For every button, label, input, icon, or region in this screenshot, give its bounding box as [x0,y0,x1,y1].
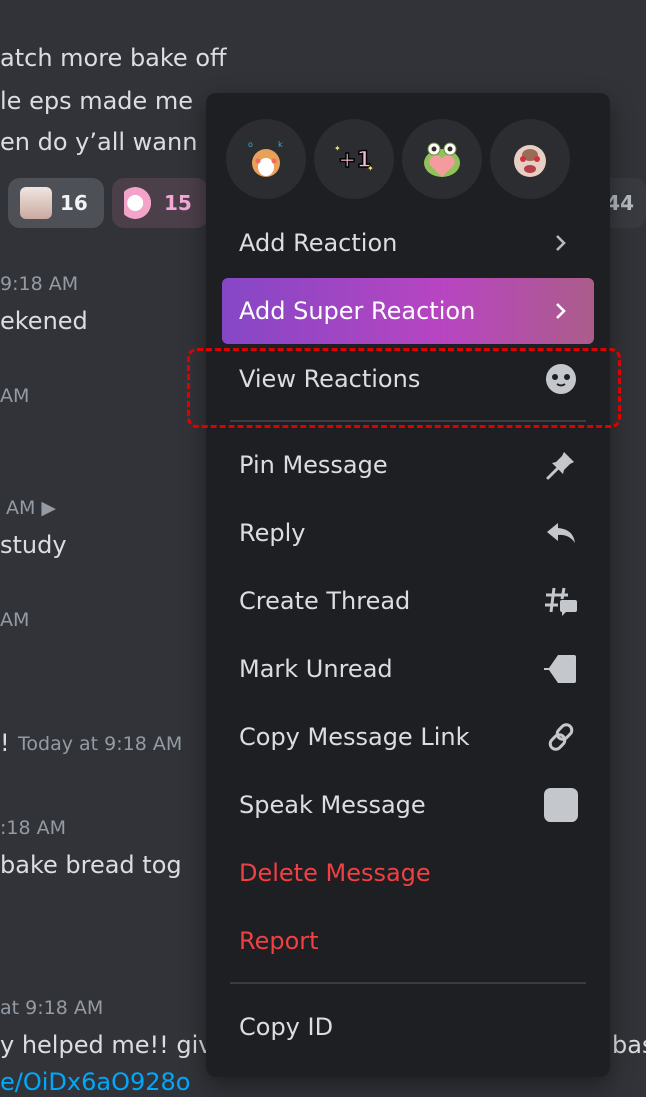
reaction-count: 44 [606,191,634,215]
message-timestamp: 9:18 AM [0,273,79,295]
link-icon [544,720,578,754]
menu-item-label: Copy Message Link [239,723,470,751]
mark-unread-icon [544,652,578,686]
ghost-hug-sticker-icon [124,187,156,219]
reaction-count: 15 [164,191,192,215]
message-text: study [0,531,67,559]
svg-text:✦: ✦ [367,164,374,173]
svg-text:k: k [278,140,283,149]
menu-item-add-super-reaction[interactable]: Add Super Reaction [222,278,594,344]
message-timestamp: AM [0,609,30,631]
quick-reaction-button[interactable] [490,119,570,199]
menu-item-pin-message[interactable]: Pin Message [222,432,594,498]
svg-text:o: o [248,140,253,149]
menu-item-label: Add Super Reaction [239,297,476,325]
menu-item-reply[interactable]: Reply [222,500,594,566]
message-timestamp: AM [0,385,30,407]
message-timestamp: Today at 9:18 AM [18,733,183,755]
menu-item-report[interactable]: Report [222,908,594,974]
menu-item-mark-unread[interactable]: Mark Unread [222,636,594,702]
menu-item-label: Reply [239,519,306,547]
ok-shiba-sticker-icon: o k [248,140,283,177]
pin-icon [544,448,578,482]
thread-icon [544,584,578,618]
reply-icon [544,516,578,550]
message-text: ekened [0,307,88,335]
svg-text:✦: ✦ [334,144,341,153]
menu-item-label: View Reactions [239,365,421,393]
message-text: ! [0,729,10,757]
menu-item-label: Speak Message [239,791,426,819]
reaction-pill[interactable]: 15 [112,178,208,228]
message-timestamp: at 9:18 AM [0,997,104,1019]
quick-reaction-button[interactable]: o k [226,119,306,199]
menu-item-delete-message[interactable]: Delete Message [222,840,594,906]
message-text: bake bread tog [0,851,182,879]
menu-item-label: Copy ID [239,1013,334,1041]
angry-ferret-sticker-icon [514,145,546,177]
message-text: le eps made me [0,87,194,115]
girl-sticker-icon [20,187,52,219]
menu-separator [230,420,586,422]
quick-reaction-button[interactable]: +1 ✦ ✦ [314,119,394,199]
message-text: bas [612,1031,646,1059]
menu-item-copy-id[interactable]: Copy ID [222,994,594,1060]
menu-item-label: Report [239,927,319,955]
reaction-pill[interactable]: 16 [8,178,104,228]
menu-separator [230,982,586,984]
message-text: en do y’all wann [0,128,198,156]
menu-item-add-reaction[interactable]: Add Reaction [222,210,594,276]
chevron-right-icon [544,294,578,328]
quick-reactions: o k +1 ✦ ✦ [226,119,570,199]
frog-heart-sticker-icon [424,142,460,177]
menu-item-copy-message-link[interactable]: Copy Message Link [222,704,594,770]
plus-one-sticker-icon: +1 ✦ ✦ [334,144,374,174]
menu-item-label: Mark Unread [239,655,393,683]
menu-item-view-reactions[interactable]: View Reactions [222,346,594,412]
speak-checkbox-icon[interactable] [544,788,578,822]
menu-item-label: Add Reaction [239,229,398,257]
menu-item-create-thread[interactable]: Create Thread [222,568,594,634]
message-link[interactable]: e/OiDx6aO928o [0,1068,190,1096]
menu-item-speak-message[interactable]: Speak Message [222,772,594,838]
reaction-count: 16 [60,191,88,215]
smiley-icon [544,362,578,396]
menu-item-label: Create Thread [239,587,411,615]
chevron-right-icon [544,226,578,260]
quick-reaction-button[interactable] [402,119,482,199]
message-text: atch more bake off [0,44,227,72]
message-timestamp: :18 AM [0,817,67,839]
menu-item-label: Pin Message [239,451,388,479]
message-context-menu: o k +1 ✦ ✦ Add Reaction Add Super Reacti… [206,93,610,1077]
message-text: y helped me!! giv [0,1031,213,1059]
message-timestamp: AM ▶ [6,497,57,519]
menu-item-label: Delete Message [239,859,431,887]
